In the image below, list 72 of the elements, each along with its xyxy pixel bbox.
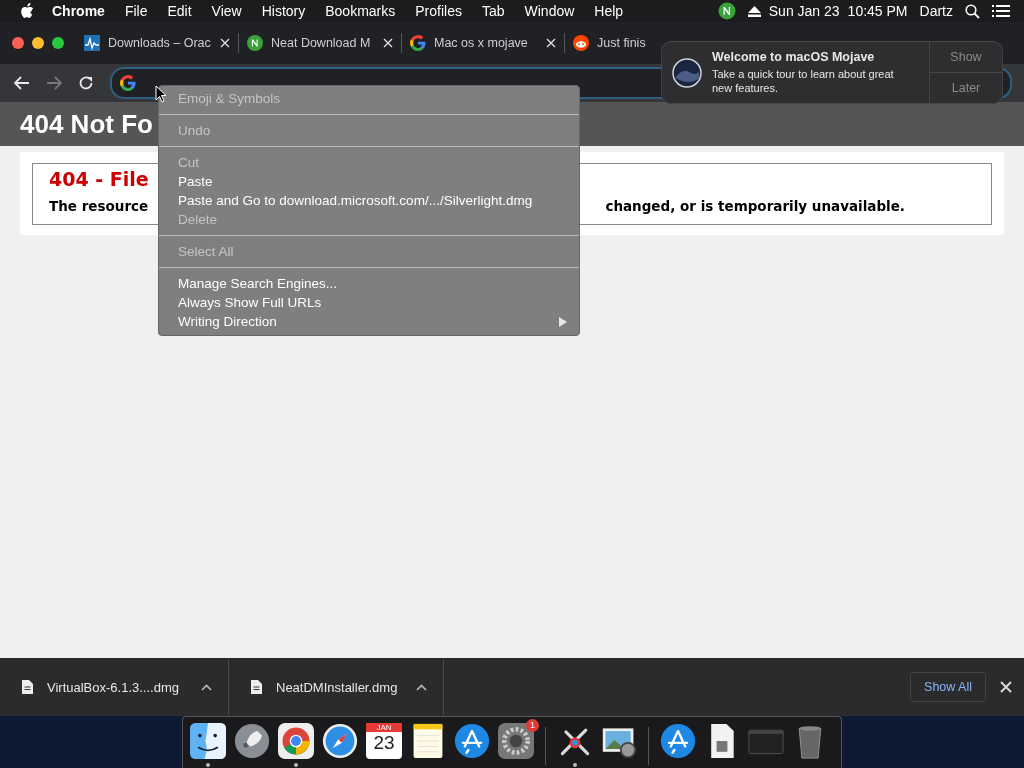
compass-icon[interactable] (322, 722, 358, 759)
eject-icon[interactable] (747, 5, 761, 17)
mountain-icon (672, 57, 702, 88)
menu-item[interactable]: Profiles (415, 3, 462, 19)
close-icon[interactable] (546, 38, 556, 48)
search-icon[interactable] (965, 3, 980, 19)
browser-tab[interactable]: Just finis (565, 33, 654, 53)
menu-time[interactable]: 10:45 PM (847, 3, 908, 19)
notification-title: Welcome to macOS Mojave (712, 50, 876, 64)
calendar-icon[interactable]: JAN 23 (366, 722, 402, 759)
forward-icon[interactable] (46, 76, 62, 90)
apple-icon[interactable] (20, 3, 34, 19)
menu-item[interactable]: Paste and Go to download.microsoft.com/.../Silverlight.dmg (159, 191, 579, 210)
tab-title: Mac os x mojave (434, 36, 529, 50)
menu-item[interactable]: Manage Search Engines... (159, 274, 579, 293)
tab-title: Downloads – Orac (108, 36, 212, 50)
list-icon[interactable] (992, 4, 1010, 18)
error-message: changed, or is temporarily unavailable. (605, 198, 905, 214)
menu-item[interactable]: View (211, 3, 242, 19)
google-icon (410, 35, 426, 51)
neat-icon[interactable] (717, 2, 736, 20)
browser-tab[interactable]: Neat Download M (239, 33, 402, 53)
menu-item[interactable]: Bookmarks (325, 3, 396, 19)
zoom-window-icon[interactable] (52, 37, 64, 49)
close-icon[interactable] (1000, 681, 1012, 693)
menu-item[interactable]: Edit (167, 3, 192, 19)
pointer-icon (155, 85, 167, 103)
notification-body: Take a quick tour to learn about great new features. (712, 67, 895, 95)
error-title: 404 - File (49, 168, 149, 190)
tab-title: Neat Download M (271, 36, 372, 50)
download-item[interactable]: NeatDMInstaller.dmg (229, 659, 444, 715)
file-icon (251, 680, 262, 694)
menu-date[interactable]: Sun Jan 23 (768, 3, 840, 19)
browser-tab[interactable]: Mac os x mojave (402, 33, 565, 53)
menu-item[interactable]: History (261, 3, 306, 19)
neat-icon (247, 35, 263, 51)
file-icon (22, 680, 33, 694)
show-all-button[interactable]: Show All (910, 672, 986, 702)
app-store-icon[interactable] (660, 722, 696, 759)
tab-title: Just finis (597, 36, 646, 50)
gear-icon[interactable] (498, 722, 534, 759)
alien-icon (573, 35, 589, 51)
close-window-icon[interactable] (12, 37, 24, 49)
submenu-arrow-icon (559, 316, 567, 327)
notification-button[interactable]: Show (930, 42, 1002, 72)
menu-item[interactable]: Tab (481, 3, 505, 19)
error-message: The resource (49, 198, 149, 214)
chevron-up-icon[interactable] (416, 683, 427, 691)
notification-button[interactable]: Later (930, 72, 1002, 103)
download-item[interactable]: VirtualBox-6.1.3....dmg (0, 659, 229, 715)
reload-icon[interactable] (78, 75, 94, 91)
chevron-up-icon[interactable] (201, 683, 212, 691)
page-heading: 404 Not Fo (20, 108, 153, 140)
minimize-window-icon[interactable] (32, 37, 44, 49)
notification-badge: 1 (526, 718, 539, 732)
menu-item[interactable]: Help (594, 3, 624, 19)
chart-icon (84, 35, 100, 51)
browser-tab[interactable]: Downloads – Orac (76, 33, 239, 53)
menu-item[interactable]: Paste (159, 172, 579, 191)
user-name[interactable]: Dartz (919, 3, 953, 19)
menu-item[interactable]: Writing Direction (159, 312, 579, 331)
close-icon[interactable] (220, 38, 230, 48)
close-icon[interactable] (383, 38, 393, 48)
menu-item[interactable]: Window (524, 3, 575, 19)
app-menu[interactable]: Chrome (52, 3, 105, 19)
chrome-icon[interactable] (278, 722, 314, 759)
menu-item[interactable]: File (124, 3, 148, 19)
google-icon (120, 75, 136, 91)
menu-item[interactable]: Always Show Full URLs (159, 293, 579, 312)
back-icon[interactable] (14, 76, 30, 90)
app-store-icon[interactable] (454, 722, 490, 759)
finder-icon[interactable] (190, 722, 226, 759)
